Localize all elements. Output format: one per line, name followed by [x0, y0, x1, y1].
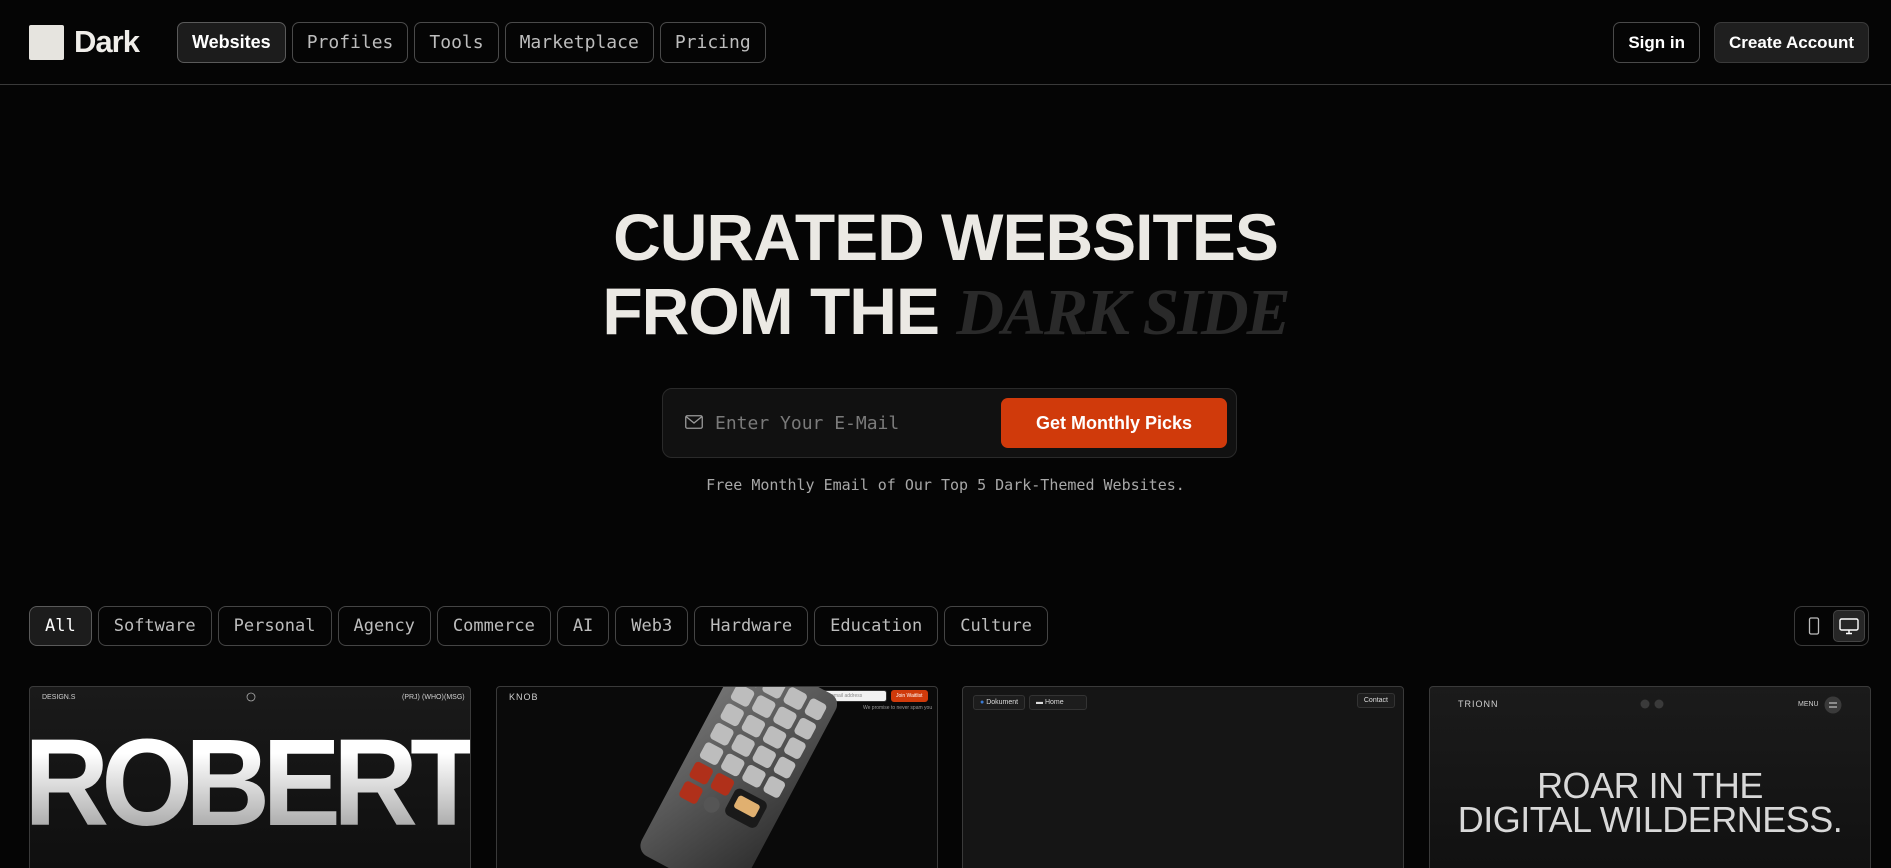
- nav-marketplace[interactable]: Marketplace: [504, 22, 654, 63]
- card-menu: MENU: [1798, 701, 1819, 708]
- nav-tools[interactable]: Tools: [414, 22, 499, 63]
- website-card[interactable]: TRIONN MENU ROAR IN THE DIGITAL WILDERNE…: [1429, 686, 1871, 868]
- mail-icon: [685, 415, 703, 429]
- menu-icon: [1824, 696, 1842, 714]
- website-card[interactable]: DESIGN.S (PRJ) (WHO) (MSG) ROBERT BORG: [29, 686, 471, 868]
- card-note: We promise to never spam you: [863, 705, 933, 711]
- hero-line-2-prefix: FROM THE: [602, 274, 940, 348]
- toggle-icon: [1640, 699, 1664, 709]
- mobile-icon: [1808, 617, 1819, 635]
- globe-icon: [246, 692, 256, 702]
- nav-websites[interactable]: Websites: [177, 22, 286, 63]
- card-link: (PRJ): [402, 694, 420, 701]
- filter-software[interactable]: Software: [97, 606, 212, 646]
- card-headline: ROBERT BORG: [30, 710, 470, 857]
- filter-web3[interactable]: Web3: [615, 606, 689, 646]
- desktop-view-button[interactable]: [1833, 610, 1865, 642]
- card-link: (MSG): [444, 694, 465, 701]
- create-account-button[interactable]: Create Account: [1713, 22, 1869, 63]
- website-grid: DESIGN.S (PRJ) (WHO) (MSG) ROBERT BORG K…: [29, 686, 1871, 868]
- folder-icon: ▬: [1036, 699, 1043, 706]
- filter-personal[interactable]: Personal: [217, 606, 332, 646]
- card-brand: KNOB: [509, 692, 539, 702]
- card-headline: ROAR IN THE DIGITAL WILDERNESS.: [1457, 765, 1843, 840]
- brand-name: Dark: [74, 24, 140, 59]
- main-nav: Websites Profiles Tools Marketplace Pric…: [177, 22, 766, 63]
- filter-education[interactable]: Education: [814, 606, 939, 646]
- top-header: Dark Websites Profiles Tools Marketplace…: [0, 0, 1891, 85]
- auth-actions: Sign in Create Account: [1613, 22, 1869, 63]
- filter-ai[interactable]: AI: [556, 606, 610, 646]
- card-contact-button: Contact: [1356, 693, 1395, 708]
- website-card[interactable]: ● Dokument ▬ Home Contact: [962, 686, 1404, 868]
- logo-mark-icon: [29, 24, 64, 60]
- hero-heading: CURATED WEBSITES FROM THE DARK SIDE: [0, 200, 1891, 350]
- filter-hardware[interactable]: Hardware: [694, 606, 809, 646]
- signup-subtext: Free Monthly Email of Our Top 5 Dark-The…: [706, 476, 1185, 494]
- keyboard-image: [640, 687, 837, 868]
- brand-logo[interactable]: Dark: [29, 24, 140, 60]
- card-link: (WHO): [422, 694, 444, 701]
- hero-emphasis: DARK SIDE: [956, 276, 1290, 349]
- nav-pricing[interactable]: Pricing: [659, 22, 766, 63]
- filter-culture[interactable]: Culture: [944, 606, 1048, 646]
- card-brand: TRIONN: [1458, 699, 1499, 709]
- website-card[interactable]: KNOB your email address Join Waitlist We…: [496, 686, 938, 868]
- category-filters: All Software Personal Agency Commerce AI…: [29, 606, 1048, 646]
- signup-form: Get Monthly Picks: [662, 388, 1237, 458]
- view-toggle: [1794, 606, 1869, 646]
- mobile-view-button[interactable]: [1798, 610, 1829, 642]
- sign-in-button[interactable]: Sign in: [1613, 22, 1700, 63]
- email-input[interactable]: [715, 403, 995, 443]
- nav-profiles[interactable]: Profiles: [291, 22, 409, 63]
- hero-line-1: CURATED WEBSITES: [613, 200, 1279, 274]
- get-monthly-picks-button[interactable]: Get Monthly Picks: [1001, 398, 1227, 448]
- card-brand: DESIGN.S: [42, 694, 76, 701]
- filter-commerce[interactable]: Commerce: [436, 606, 551, 646]
- hero-line-2: FROM THE DARK SIDE: [0, 274, 1891, 350]
- desktop-icon: [1839, 617, 1859, 634]
- dot-icon: ●: [980, 699, 985, 706]
- card-waitlist-button: Join Waitlist: [891, 690, 928, 702]
- card-tab: ● Dokument: [973, 695, 1026, 710]
- filter-all[interactable]: All: [29, 606, 92, 646]
- card-tab: ▬ Home: [1029, 695, 1087, 710]
- filter-agency[interactable]: Agency: [337, 606, 431, 646]
